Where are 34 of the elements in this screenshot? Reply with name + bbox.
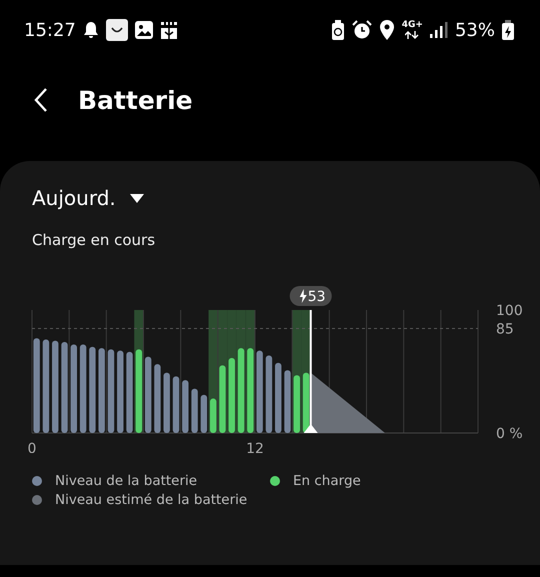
bag-icon: [106, 19, 128, 41]
battery-percent: 53%: [454, 20, 495, 40]
charging-status: Charge en cours: [32, 231, 156, 249]
page-title: Batterie: [78, 86, 193, 114]
bar: [200, 394, 208, 433]
clock-time: 15:27: [24, 20, 76, 40]
alarm-clock-icon: [352, 20, 372, 40]
level-tooltip: 53: [290, 286, 332, 306]
bell-icon: [82, 21, 99, 39]
bar: [164, 372, 170, 433]
bar: [154, 364, 161, 433]
location-pin-icon: [378, 20, 395, 40]
image-icon: [134, 21, 153, 39]
charging-battery-icon: [502, 20, 514, 40]
bar: [172, 376, 180, 433]
x-axis-label: 12: [246, 441, 264, 453]
data-arrows-icon: [405, 31, 420, 39]
bar: [275, 362, 282, 433]
bar: [294, 375, 300, 433]
x-axis-label: 0: [28, 441, 36, 453]
legend-label: Niveau de la batterie: [55, 472, 198, 488]
bar: [191, 388, 198, 433]
period-dropdown[interactable]: Aujourd.: [24, 180, 152, 216]
battery-saver-icon: [330, 20, 345, 40]
legend-label: En charge: [293, 472, 361, 488]
y-axis-label: 0 %: [496, 426, 523, 442]
network-type: 4G+: [402, 21, 423, 30]
bar: [182, 380, 189, 433]
caret-icon: [130, 193, 144, 203]
bar: [284, 370, 291, 433]
legend-label: Niveau estimé de la batterie: [55, 492, 248, 508]
y-axis-label: 85: [496, 321, 514, 338]
signal-icon: [430, 22, 448, 38]
y-axis-label: 100: [496, 303, 523, 319]
